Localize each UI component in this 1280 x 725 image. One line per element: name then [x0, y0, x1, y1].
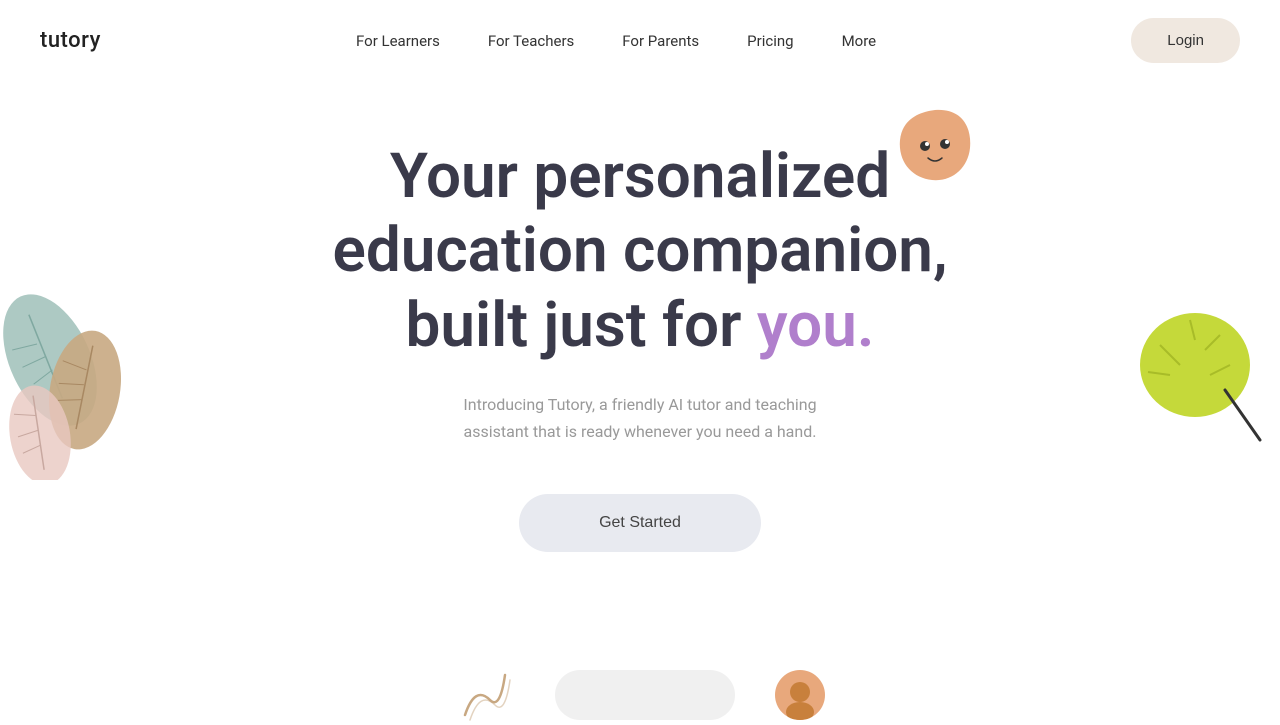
- hero-title-highlight: you.: [757, 289, 875, 362]
- nav-item-for-parents[interactable]: For Parents: [622, 31, 699, 50]
- nav-item-more[interactable]: More: [842, 31, 877, 50]
- nav-item-pricing[interactable]: Pricing: [747, 31, 793, 50]
- navbar: tutory For Learners For Teachers For Par…: [0, 0, 1280, 80]
- logo[interactable]: tutory: [40, 28, 101, 53]
- bottom-decoration: [0, 665, 1280, 720]
- hero-section: Your personalized education companion, b…: [0, 80, 1280, 552]
- get-started-button[interactable]: Get Started: [519, 494, 761, 552]
- hero-title-line3: built just for you.: [406, 289, 875, 362]
- nav-item-for-learners[interactable]: For Learners: [356, 31, 440, 50]
- hero-subtitle: Introducing Tutory, a friendly AI tutor …: [440, 391, 840, 445]
- hero-title: Your personalized education companion, b…: [332, 140, 947, 363]
- hero-title-line2: education companion,: [332, 214, 947, 287]
- nav-links: For Learners For Teachers For Parents Pr…: [356, 31, 876, 50]
- hero-title-line1: Your personalized: [390, 140, 890, 213]
- login-button[interactable]: Login: [1131, 18, 1240, 63]
- nav-item-for-teachers[interactable]: For Teachers: [488, 31, 574, 50]
